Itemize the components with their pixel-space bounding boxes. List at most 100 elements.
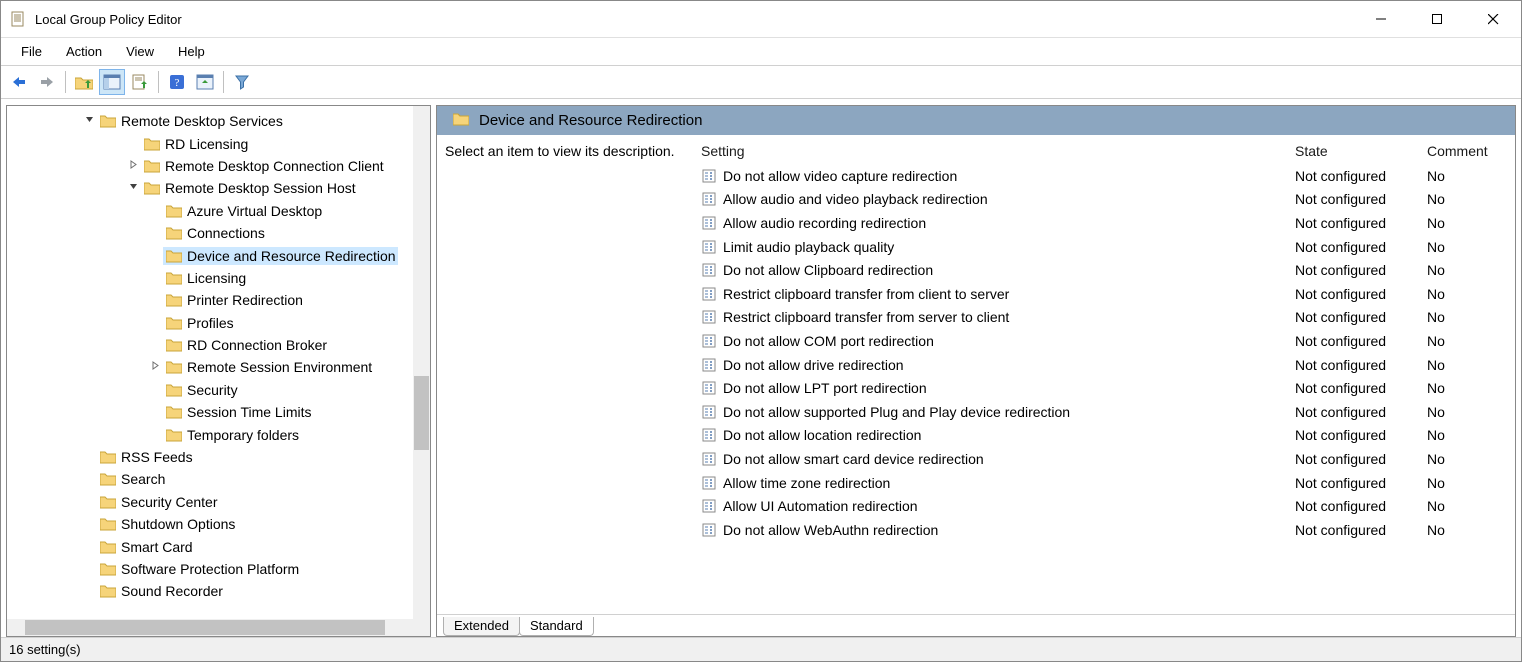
tree-node[interactable]: Security Center xyxy=(7,491,430,513)
forward-icon[interactable] xyxy=(34,69,60,95)
tree-vscrollbar[interactable] xyxy=(413,106,430,636)
list-item[interactable]: Allow audio recording redirectionNot con… xyxy=(699,211,1515,235)
tree-node[interactable]: Remote Desktop Services xyxy=(7,110,430,132)
filter-icon[interactable] xyxy=(229,69,255,95)
setting-state: Not configured xyxy=(1295,357,1427,373)
list-item[interactable]: Restrict clipboard transfer from server … xyxy=(699,306,1515,330)
policy-icon xyxy=(701,333,717,349)
tree-node-label: Remote Desktop Session Host xyxy=(165,180,356,196)
tree-node-label: RD Licensing xyxy=(165,136,248,152)
tree-node[interactable]: Sound Recorder xyxy=(7,580,430,602)
tree-node-label: Connections xyxy=(187,225,265,241)
tree-hscrollbar[interactable] xyxy=(7,619,413,636)
tree-node-label: Printer Redirection xyxy=(187,292,303,308)
folder-icon xyxy=(165,315,183,331)
tree-node[interactable]: Shutdown Options xyxy=(7,513,430,535)
folder-icon xyxy=(99,583,117,599)
menu-file[interactable]: File xyxy=(9,40,54,63)
export-list-icon[interactable] xyxy=(127,69,153,95)
tree-node[interactable]: Remote Desktop Session Host xyxy=(7,177,430,199)
close-button[interactable] xyxy=(1465,1,1521,37)
setting-state: Not configured xyxy=(1295,309,1427,325)
column-headers[interactable]: Setting State Comment xyxy=(699,143,1515,164)
tree-node[interactable]: Session Time Limits xyxy=(7,401,430,423)
setting-comment: No xyxy=(1427,262,1515,278)
tree-node[interactable]: Azure Virtual Desktop xyxy=(7,200,430,222)
tree-pane: Remote Desktop Services RD Licensing Remot… xyxy=(6,105,431,637)
show-hide-action-icon[interactable] xyxy=(192,69,218,95)
tree[interactable]: Remote Desktop Services RD Licensing Remot… xyxy=(7,106,430,603)
column-header-comment[interactable]: Comment xyxy=(1427,143,1515,159)
expander-icon[interactable] xyxy=(125,160,141,172)
list-item[interactable]: Allow audio and video playback redirecti… xyxy=(699,188,1515,212)
folder-icon xyxy=(165,292,183,308)
list-item[interactable]: Do not allow drive redirectionNot config… xyxy=(699,353,1515,377)
menu-help[interactable]: Help xyxy=(166,40,217,63)
list-item[interactable]: Do not allow smart card device redirecti… xyxy=(699,447,1515,471)
tree-node[interactable]: Remote Desktop Connection Client xyxy=(7,155,430,177)
policy-icon xyxy=(701,191,717,207)
tree-node[interactable]: Licensing xyxy=(7,267,430,289)
list-item[interactable]: Do not allow COM port redirectionNot con… xyxy=(699,329,1515,353)
setting-name: Do not allow supported Plug and Play dev… xyxy=(723,404,1070,420)
tree-node[interactable]: Profiles xyxy=(7,312,430,334)
show-hide-tree-icon[interactable] xyxy=(99,69,125,95)
help-icon[interactable]: ? xyxy=(164,69,190,95)
list-item[interactable]: Allow UI Automation redirectionNot confi… xyxy=(699,494,1515,518)
tree-node[interactable]: RD Connection Broker xyxy=(7,334,430,356)
tree-node[interactable]: RSS Feeds xyxy=(7,446,430,468)
setting-state: Not configured xyxy=(1295,451,1427,467)
setting-state: Not configured xyxy=(1295,168,1427,184)
maximize-button[interactable] xyxy=(1409,1,1465,37)
list-item[interactable]: Do not allow WebAuthn redirectionNot con… xyxy=(699,518,1515,542)
tree-node-label: Search xyxy=(121,471,165,487)
titlebar: Local Group Policy Editor xyxy=(1,1,1521,37)
tree-node[interactable]: Software Protection Platform xyxy=(7,558,430,580)
setting-name: Allow UI Automation redirection xyxy=(723,498,918,514)
tree-node[interactable]: Printer Redirection xyxy=(7,289,430,311)
tree-node[interactable]: Device and Resource Redirection xyxy=(7,244,430,266)
minimize-button[interactable] xyxy=(1353,1,1409,37)
tab-standard[interactable]: Standard xyxy=(519,617,594,636)
tree-node[interactable]: RD Licensing xyxy=(7,132,430,154)
toolbar-separator xyxy=(158,71,159,93)
expander-icon[interactable] xyxy=(81,115,97,127)
tree-node-label: Profiles xyxy=(187,315,234,331)
expander-icon[interactable] xyxy=(125,182,141,194)
tree-node[interactable]: Search xyxy=(7,468,430,490)
list-item[interactable]: Do not allow video capture redirectionNo… xyxy=(699,164,1515,188)
folder-icon xyxy=(99,494,117,510)
tree-node[interactable]: Security xyxy=(7,379,430,401)
tree-node-label: Temporary folders xyxy=(187,427,299,443)
tab-extended[interactable]: Extended xyxy=(443,617,520,636)
folder-icon xyxy=(99,516,117,532)
list-item[interactable]: Do not allow location redirectionNot con… xyxy=(699,424,1515,448)
policy-icon xyxy=(701,475,717,491)
list-item[interactable]: Limit audio playback qualityNot configur… xyxy=(699,235,1515,259)
expander-icon[interactable] xyxy=(147,361,163,373)
tree-node[interactable]: Remote Session Environment xyxy=(7,356,430,378)
tree-node[interactable]: Connections xyxy=(7,222,430,244)
folder-icon xyxy=(99,561,117,577)
list-item[interactable]: Do not allow LPT port redirectionNot con… xyxy=(699,376,1515,400)
up-icon[interactable] xyxy=(71,69,97,95)
policy-icon xyxy=(701,357,717,373)
details-header-title: Device and Resource Redirection xyxy=(479,112,702,129)
list-item[interactable]: Do not allow Clipboard redirectionNot co… xyxy=(699,258,1515,282)
details-header-band: Device and Resource Redirection xyxy=(437,106,1515,135)
setting-name: Allow audio and video playback redirecti… xyxy=(723,191,988,207)
setting-name: Do not allow location redirection xyxy=(723,427,921,443)
column-header-state[interactable]: State xyxy=(1295,143,1427,159)
list-item[interactable]: Restrict clipboard transfer from client … xyxy=(699,282,1515,306)
tree-node[interactable]: Smart Card xyxy=(7,535,430,557)
column-header-setting[interactable]: Setting xyxy=(699,143,1295,159)
list-item[interactable]: Do not allow supported Plug and Play dev… xyxy=(699,400,1515,424)
menu-action[interactable]: Action xyxy=(54,40,114,63)
description-prompt: Select an item to view its description. xyxy=(445,143,675,159)
status-text: 16 setting(s) xyxy=(9,642,81,657)
settings-list: Do not allow video capture redirectionNo… xyxy=(699,164,1515,542)
list-item[interactable]: Allow time zone redirectionNot configure… xyxy=(699,471,1515,495)
back-icon[interactable] xyxy=(6,69,32,95)
menu-view[interactable]: View xyxy=(114,40,166,63)
tree-node[interactable]: Temporary folders xyxy=(7,423,430,445)
